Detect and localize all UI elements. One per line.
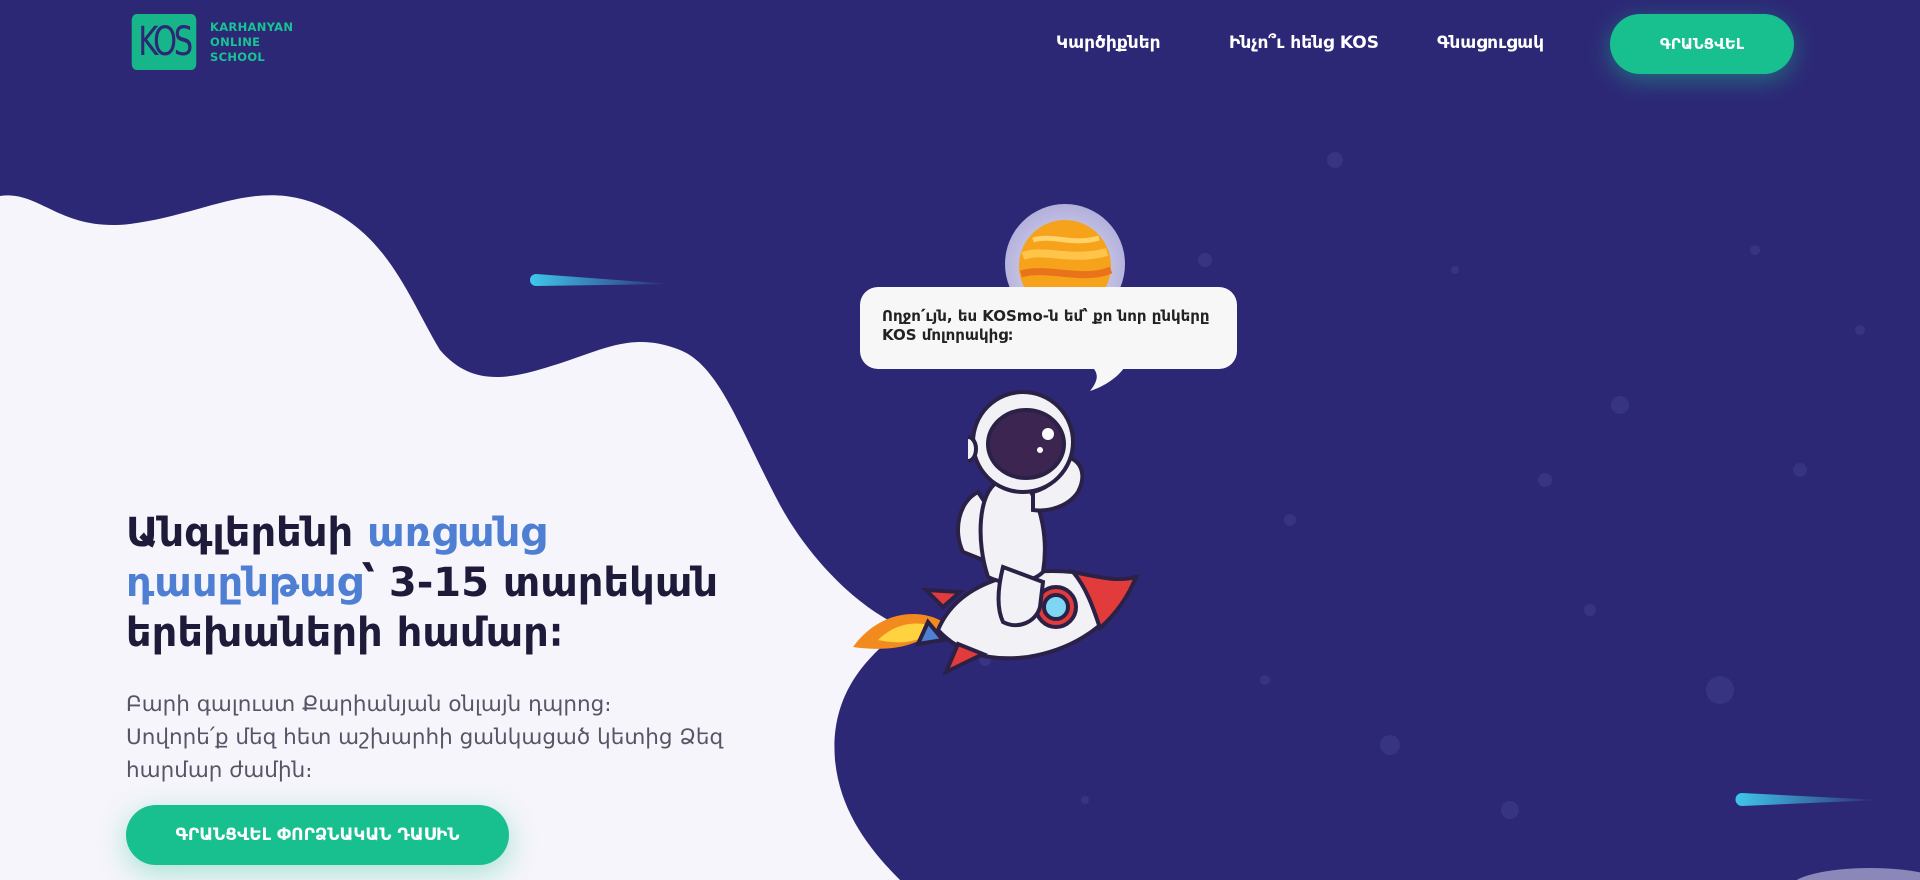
logo-mark: KOS xyxy=(131,14,197,70)
hero-description-line1: Բարի գալուստ Քարիանյան օնլայն դպրոց։ xyxy=(126,692,612,717)
logo-line-1: KARHANYAN xyxy=(210,19,294,34)
logo[interactable]: KOS KARHANYAN ONLINE SCHOOL xyxy=(126,14,293,70)
astronaut-rocket-illustration xyxy=(853,390,1140,677)
hero-description-line2: Սովորե՛ք մեզ հետ աշխարհի ցանկացած կետից … xyxy=(126,725,724,783)
nav-link-pricing[interactable]: Գնացուցակ xyxy=(1437,33,1544,53)
trial-lesson-button[interactable]: ԳՐԱՆՑՎԵԼ ՓՈՐՁՆԱԿԱՆ ԴԱՍԻՆ xyxy=(126,805,509,865)
logo-wordmark: KARHANYAN ONLINE SCHOOL xyxy=(210,20,293,65)
logo-line-2: ONLINE xyxy=(210,34,261,49)
nav-link-why-kos[interactable]: Ինչո՞ւ հենց KOS xyxy=(1229,33,1379,53)
planet-icon xyxy=(1005,204,1125,294)
speech-bubble: Ողջո՛ւյն, ես KOSmo-ն եմ՝ քո նոր ընկերը K… xyxy=(860,287,1237,369)
nav-link-reviews[interactable]: Կարծիքներ xyxy=(1056,33,1161,53)
hero-description: Բարի գալուստ Քարիանյան օնլայն դպրոց։ Սով… xyxy=(126,688,766,787)
hero-title-part1: Անգլերենի xyxy=(126,510,368,556)
hero-title: Անգլերենի առցանց դասընթաց՝ 3-15 տարեկան … xyxy=(126,508,766,658)
logo-line-3: SCHOOL xyxy=(210,49,266,64)
register-button[interactable]: ԳՐԱՆՑՎԵԼ xyxy=(1610,14,1794,74)
speech-bubble-text: Ողջո՛ւյն, ես KOSmo-ն եմ՝ քո նոր ընկերը K… xyxy=(882,307,1210,344)
